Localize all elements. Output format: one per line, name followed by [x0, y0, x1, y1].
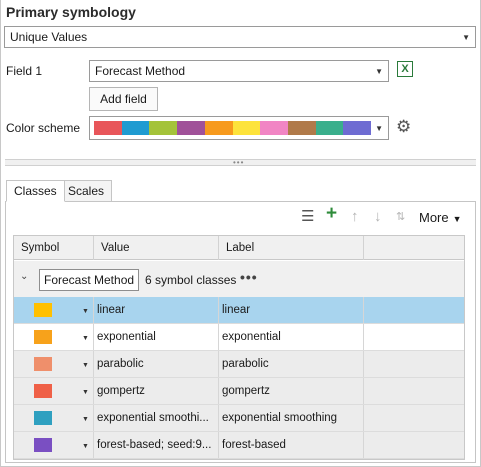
label-cell[interactable]: linear [219, 297, 364, 323]
add-unlisted-values-icon[interactable]: ☰ [301, 208, 314, 226]
color-ramp-stop [149, 121, 178, 135]
symbol-swatch[interactable] [34, 303, 52, 317]
label-cell[interactable]: gompertz [219, 378, 364, 404]
tab-scales[interactable]: Scales [60, 180, 113, 202]
reverse-order-icon[interactable]: ⇅ [396, 208, 405, 226]
table-row[interactable]: ▼ forest-based; seed:9... forest-based [14, 432, 464, 459]
group-count: 6 symbol classes [145, 273, 237, 287]
symbol-swatch[interactable] [34, 438, 52, 452]
symbol-cell[interactable]: ▼ [14, 432, 94, 458]
classes-table: Symbol Value Label ⌄ Forecast Method 6 s… [13, 235, 465, 460]
header-symbol[interactable]: Symbol [14, 236, 94, 260]
move-down-icon[interactable]: ↓ [374, 208, 382, 226]
color-ramp-stop [121, 121, 150, 135]
table-row[interactable]: ▼ linear linear [14, 297, 464, 324]
chevron-down-icon[interactable]: ▼ [82, 434, 89, 458]
chevron-down-icon[interactable]: ▼ [82, 353, 89, 377]
value-cell: exponential smoothi... [94, 405, 219, 431]
group-field-name: Forecast Method [39, 269, 140, 291]
color-ramp-stop [343, 121, 372, 135]
field1-dropdown[interactable]: Forecast Method ▼ [89, 60, 389, 82]
add-field-button[interactable]: Add field [89, 87, 158, 111]
symbol-cell[interactable]: ▼ [14, 378, 94, 404]
symbol-cell[interactable]: ▼ [14, 324, 94, 350]
grip-icon: ••• [233, 158, 245, 167]
label-cell[interactable]: exponential [219, 324, 364, 350]
chevron-down-icon: ▼ [462, 33, 470, 42]
color-ramp-stop [204, 121, 233, 135]
empty-cell [364, 324, 464, 350]
table-row[interactable]: ▼ exponential exponential [14, 324, 464, 351]
empty-cell [364, 405, 464, 431]
empty-cell [364, 297, 464, 323]
field1-label: Field 1 [6, 64, 43, 78]
chevron-down-icon[interactable]: ▼ [82, 380, 89, 404]
splitter-handle[interactable]: ••• [5, 158, 476, 167]
chevron-down-icon[interactable]: ▼ [82, 326, 89, 350]
chevron-down-icon: ▼ [452, 214, 462, 224]
color-ramp-stop [260, 121, 288, 135]
more-menu-button[interactable]: More ▼ [419, 210, 462, 225]
group-header-row: ⌄ Forecast Method 6 symbol classes ••• [14, 261, 464, 297]
color-ramp-stop [315, 121, 344, 135]
symbol-cell[interactable]: ▼ [14, 351, 94, 377]
gear-icon[interactable]: ⚙ [396, 118, 411, 135]
symbol-swatch[interactable] [34, 330, 52, 344]
section-title: Primary symbology [6, 4, 136, 20]
color-ramp-stop [287, 121, 316, 135]
color-ramp [94, 121, 372, 135]
chevron-down-icon: ▼ [375, 124, 383, 133]
color-scheme-dropdown[interactable]: ▼ [89, 116, 389, 140]
excel-icon[interactable]: X [397, 61, 413, 77]
renderer-value: Unique Values [10, 30, 88, 44]
field1-value: Forecast Method [95, 64, 186, 78]
header-value[interactable]: Value [94, 236, 219, 260]
table-row[interactable]: ▼ exponential smoothi... exponential smoot… [14, 405, 464, 432]
table-row[interactable]: ▼ parabolic parabolic [14, 351, 464, 378]
empty-cell [364, 378, 464, 404]
value-cell: exponential [94, 324, 219, 350]
more-options-icon[interactable]: ••• [240, 269, 258, 285]
empty-cell [364, 432, 464, 458]
tab-classes[interactable]: Classes [6, 180, 65, 202]
more-label: More [419, 210, 449, 225]
table-header: Symbol Value Label [14, 236, 464, 260]
color-ramp-stop [177, 121, 205, 135]
value-cell: linear [94, 297, 219, 323]
symbol-cell[interactable]: ▼ [14, 297, 94, 323]
chevron-down-icon[interactable]: ⌄ [20, 271, 28, 282]
empty-cell [364, 351, 464, 377]
add-class-icon[interactable]: + [326, 204, 337, 223]
value-cell: parabolic [94, 351, 219, 377]
chevron-down-icon[interactable]: ▼ [82, 299, 89, 323]
color-ramp-stop [232, 121, 261, 135]
move-up-icon[interactable]: ↑ [351, 208, 359, 226]
label-cell[interactable]: forest-based [219, 432, 364, 458]
value-cell: forest-based; seed:9... [94, 432, 219, 458]
table-row[interactable]: ▼ gompertz gompertz [14, 378, 464, 405]
label-cell[interactable]: exponential smoothing [219, 405, 364, 431]
chevron-down-icon: ▼ [375, 67, 383, 76]
symbol-cell[interactable]: ▼ [14, 405, 94, 431]
symbol-swatch[interactable] [34, 384, 52, 398]
value-cell: gompertz [94, 378, 219, 404]
renderer-dropdown[interactable]: Unique Values ▼ [4, 26, 476, 48]
symbol-swatch[interactable] [34, 411, 52, 425]
color-ramp-stop [94, 121, 122, 135]
color-scheme-label: Color scheme [6, 121, 81, 135]
chevron-down-icon[interactable]: ▼ [82, 407, 89, 431]
header-label[interactable]: Label [219, 236, 364, 260]
label-cell[interactable]: parabolic [219, 351, 364, 377]
symbol-swatch[interactable] [34, 357, 52, 371]
